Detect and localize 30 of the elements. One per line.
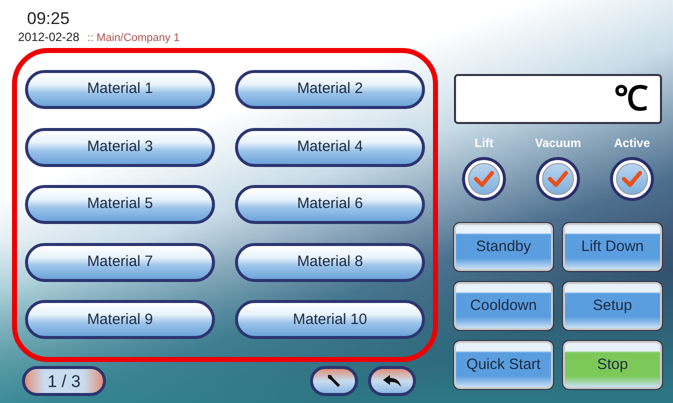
action-button[interactable]: Stop bbox=[563, 341, 662, 389]
page-indicator[interactable]: 1 / 3 bbox=[22, 366, 106, 396]
checkmark-icon bbox=[474, 170, 494, 188]
material-button[interactable]: Material 2 bbox=[235, 70, 425, 109]
material-button[interactable]: Material 3 bbox=[25, 128, 215, 167]
unit-text: ℃ bbox=[614, 82, 648, 116]
breadcrumb-text: :: Main/Company 1 bbox=[87, 31, 180, 46]
material-button[interactable]: Material 1 bbox=[25, 70, 215, 109]
indicator-label: Lift bbox=[474, 135, 494, 152]
date-text: 2012-02-28 bbox=[18, 29, 80, 46]
material-button[interactable]: Material 8 bbox=[235, 242, 425, 282]
indicator-label: Active bbox=[614, 135, 650, 152]
action-button[interactable]: Setup bbox=[563, 282, 662, 330]
settings-button[interactable] bbox=[310, 366, 358, 396]
indicator-label: Vacuum bbox=[534, 135, 582, 152]
material-button[interactable]: Material 6 bbox=[235, 185, 425, 224]
action-button[interactable]: Lift Down bbox=[563, 223, 662, 271]
checkmark-icon bbox=[622, 170, 642, 188]
material-button[interactable]: Material 7 bbox=[25, 242, 215, 282]
action-button[interactable]: Quick Start bbox=[454, 341, 553, 389]
action-button[interactable]: Cooldown bbox=[454, 282, 553, 330]
material-button[interactable]: Material 10 bbox=[235, 300, 425, 340]
action-button[interactable]: Standby bbox=[454, 223, 553, 271]
material-button[interactable]: Material 4 bbox=[235, 128, 425, 167]
material-button[interactable]: Material 9 bbox=[25, 300, 215, 340]
back-button[interactable] bbox=[368, 366, 416, 396]
clock-time: 09:25 bbox=[27, 10, 70, 28]
checkmark-icon bbox=[548, 170, 568, 188]
material-button[interactable]: Material 5 bbox=[25, 185, 215, 224]
return-arrow-icon bbox=[382, 374, 402, 388]
